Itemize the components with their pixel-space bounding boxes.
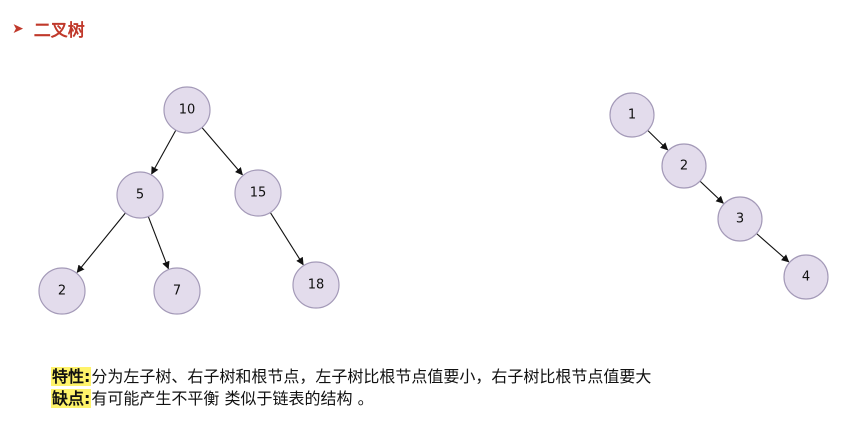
node-label: 1 — [628, 108, 636, 123]
drawback-text: 有可能产生不平衡 类似于链表的结构 。 — [91, 389, 374, 408]
tree-node-n15: 15 — [234, 169, 282, 217]
properties-label: 特性: — [51, 367, 92, 386]
node-label: 5 — [136, 188, 144, 203]
edge-m3-m4 — [756, 233, 790, 263]
notes: 特性:分为左子树、右子树和根节点，左子树比根节点值要小，右子树比根节点值要大 缺… — [51, 366, 651, 410]
tree-node-n5: 5 — [116, 171, 164, 219]
edge-n5-n2 — [76, 212, 126, 273]
tree-node-n7: 7 — [153, 267, 201, 315]
properties-line: 特性:分为左子树、右子树和根节点，左子树比根节点值要小，右子树比根节点值要大 — [51, 366, 651, 388]
edge-m1-m2 — [647, 130, 669, 151]
tree-node-m1: 1 — [609, 92, 655, 138]
binary-tree-diagram: 10 5 15 2 7 18 1 2 3 4 — [38, 86, 829, 315]
node-label: 18 — [308, 278, 325, 293]
node-label: 10 — [179, 103, 196, 118]
edge-n10-n15 — [201, 127, 243, 176]
node-label: 3 — [736, 212, 744, 227]
tree-node-n10: 10 — [163, 86, 211, 134]
node-label: 4 — [802, 270, 810, 285]
node-label: 2 — [58, 284, 66, 299]
edge-n5-n7 — [147, 216, 170, 270]
edge-n15-n18 — [269, 212, 304, 266]
node-label: 15 — [250, 186, 267, 201]
edge-n10-n5 — [151, 129, 177, 175]
tree-node-m2: 2 — [661, 143, 707, 189]
node-label: 2 — [680, 159, 688, 174]
tree-node-n2: 2 — [38, 267, 86, 315]
node-label: 7 — [173, 284, 181, 299]
drawback-label: 缺点: — [51, 389, 92, 408]
edge-m2-m3 — [699, 180, 724, 204]
tree-node-m3: 3 — [717, 196, 763, 242]
tree-node-m4: 4 — [783, 254, 829, 300]
properties-text: 分为左子树、右子树和根节点，左子树比根节点值要小，右子树比根节点值要大 — [91, 367, 652, 386]
tree-node-n18: 18 — [292, 261, 340, 309]
drawback-line: 缺点:有可能产生不平衡 类似于链表的结构 。 — [51, 388, 651, 410]
